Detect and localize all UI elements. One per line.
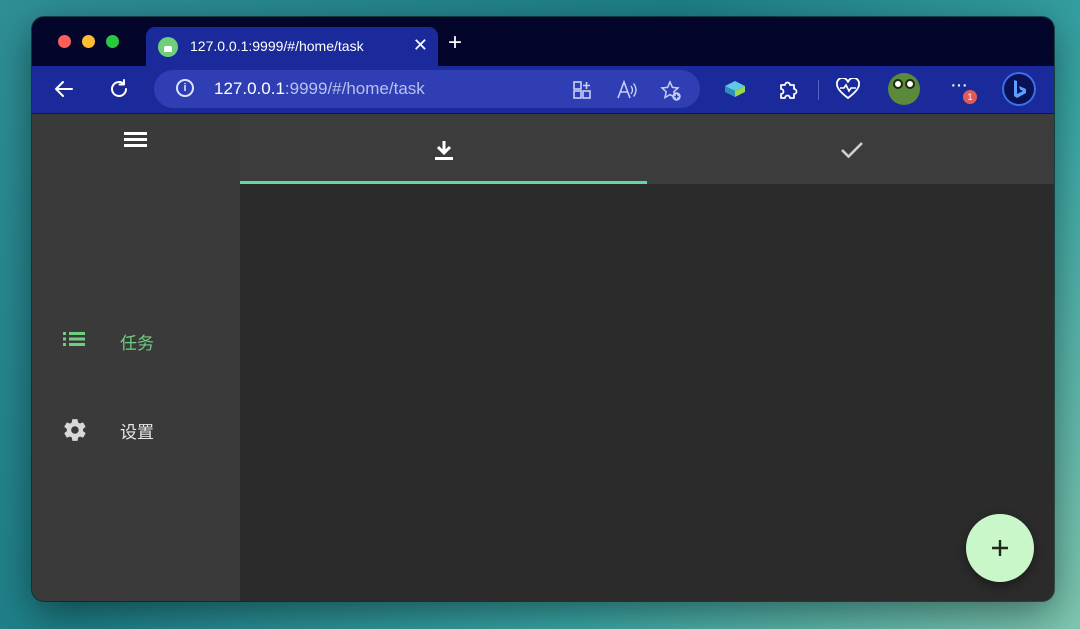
hamburger-menu-icon[interactable] <box>124 132 147 150</box>
new-tab-button[interactable]: + <box>448 31 462 55</box>
split-screen-icon[interactable] <box>572 80 592 100</box>
sidebar-item-label: 任务 <box>120 334 154 353</box>
sidebar: 任务 设置 <box>32 114 240 601</box>
bing-logo-icon <box>1014 80 1026 98</box>
browser-tab[interactable]: 127.0.0.1:9999/#/home/task ✕ <box>146 27 438 66</box>
toolbar-divider <box>818 80 819 100</box>
plus-icon <box>992 540 1008 556</box>
main-content <box>240 114 1054 601</box>
reload-icon[interactable] <box>107 77 131 101</box>
extension-icon[interactable] <box>722 78 748 100</box>
check-icon <box>841 142 863 159</box>
add-task-button[interactable] <box>966 514 1034 582</box>
profile-avatar[interactable] <box>888 73 920 105</box>
url-text[interactable]: 127.0.0.1:9999/#/home/task <box>214 79 425 99</box>
gear-icon <box>64 419 86 441</box>
tab-title: 127.0.0.1:9999/#/home/task <box>190 38 364 54</box>
sidebar-item-task[interactable]: 任务 <box>62 325 222 355</box>
read-aloud-icon[interactable] <box>616 80 638 100</box>
url-host: 127.0.0.1 <box>214 79 285 98</box>
app-favicon-icon <box>158 37 178 57</box>
bing-icon[interactable] <box>1002 72 1036 106</box>
minimize-window-button[interactable] <box>82 35 95 48</box>
back-icon[interactable] <box>52 77 76 101</box>
active-tab-indicator <box>240 181 647 184</box>
task-tabs <box>240 114 1054 184</box>
health-icon[interactable] <box>836 78 860 100</box>
browser-window: 127.0.0.1:9999/#/home/task ✕ + i 127.0.0… <box>32 17 1054 601</box>
info-icon[interactable]: i <box>176 79 194 97</box>
tab-downloading[interactable] <box>240 114 647 184</box>
tab-close-icon[interactable]: ✕ <box>413 35 428 55</box>
list-icon <box>63 332 85 346</box>
tab-strip: 127.0.0.1:9999/#/home/task ✕ + <box>32 17 1054 66</box>
browser-toolbar: i 127.0.0.1:9999/#/home/task ··· 1 <box>32 66 1054 114</box>
zoom-window-button[interactable] <box>106 35 119 48</box>
download-icon <box>435 141 453 160</box>
sidebar-item-label: 设置 <box>120 423 154 442</box>
notification-badge: 1 <box>963 90 977 104</box>
url-path: :9999/#/home/task <box>284 79 425 98</box>
add-favorite-icon[interactable] <box>660 80 682 102</box>
sidebar-item-settings[interactable]: 设置 <box>62 414 222 444</box>
puzzle-icon[interactable] <box>777 78 799 100</box>
address-bar[interactable]: i 127.0.0.1:9999/#/home/task <box>154 70 700 108</box>
close-window-button[interactable] <box>58 35 71 48</box>
tab-completed[interactable] <box>647 114 1054 184</box>
